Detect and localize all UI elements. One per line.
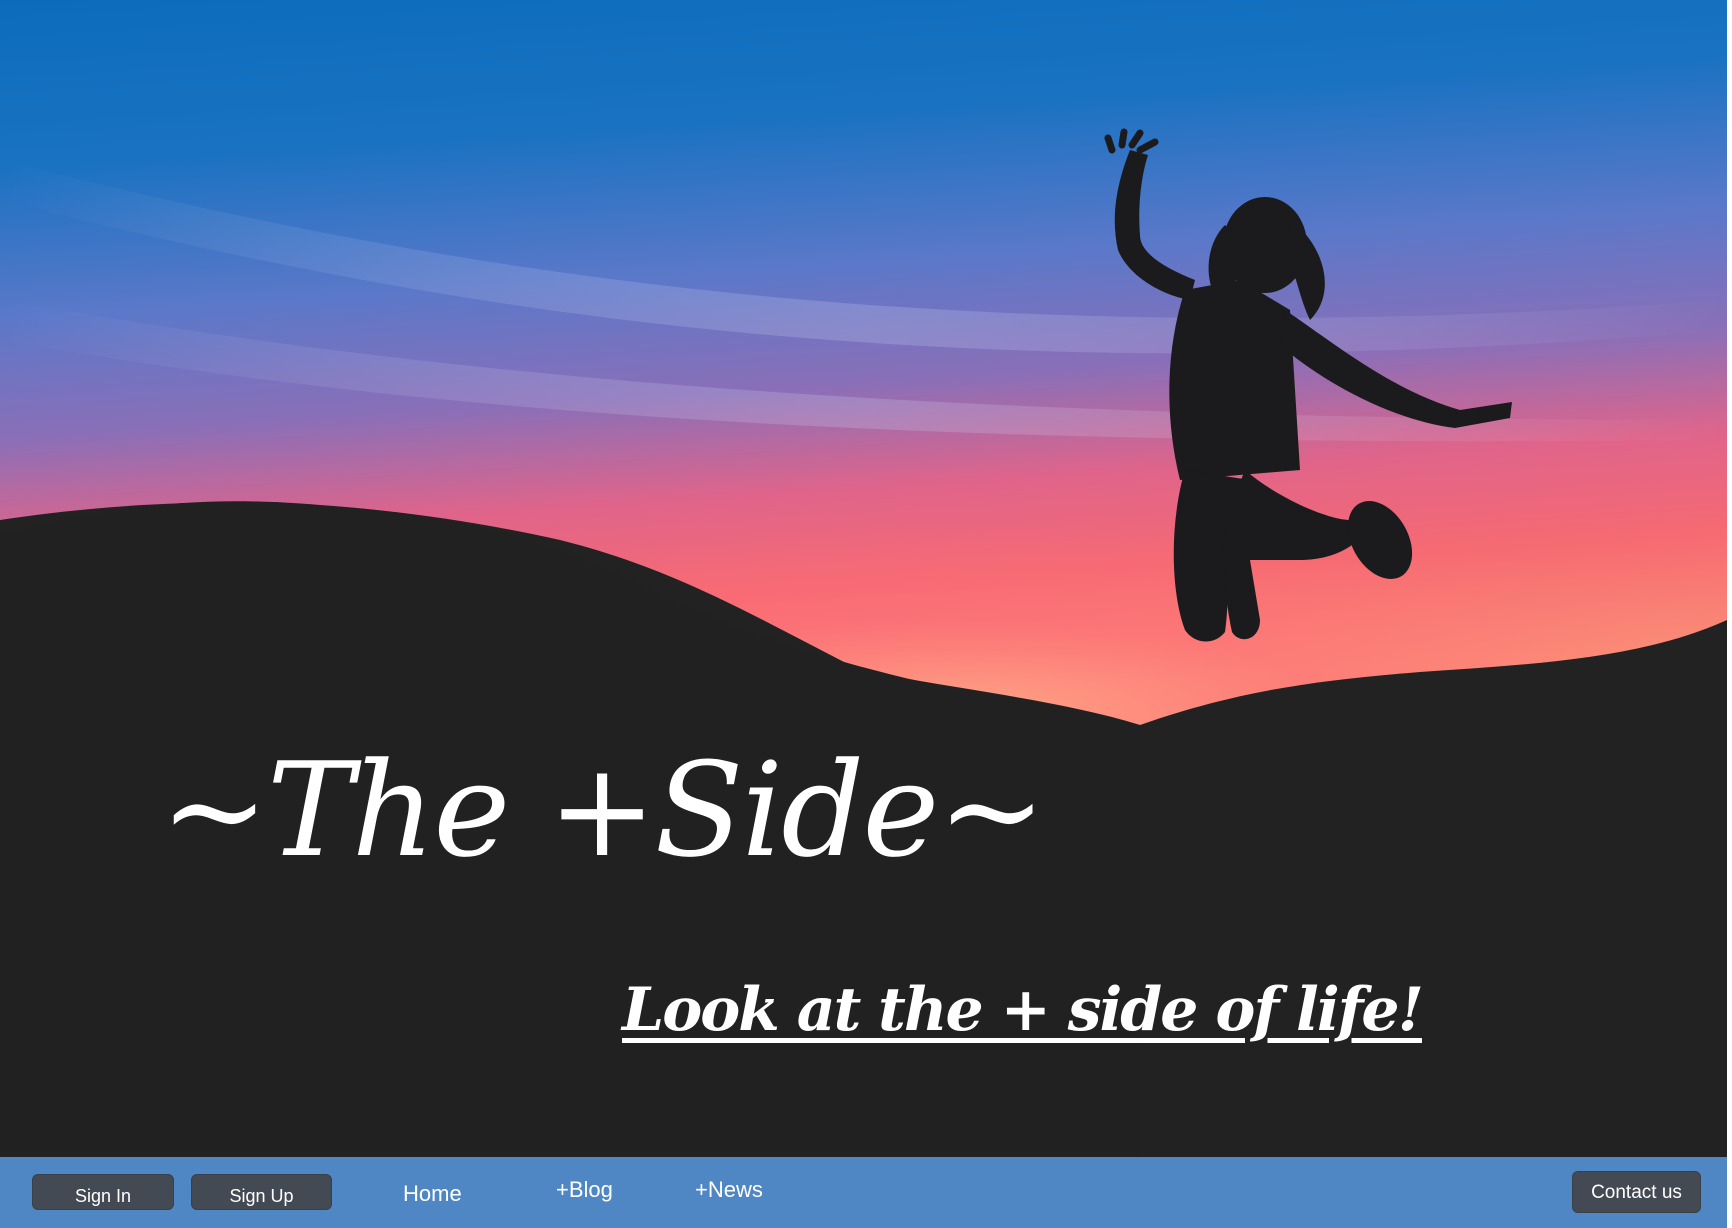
page-right-edge bbox=[1727, 0, 1732, 1228]
page: ~The +Side~ Look at the + side of life! … bbox=[0, 0, 1732, 1228]
nav-link-home[interactable]: Home bbox=[403, 1181, 462, 1207]
sign-up-button[interactable]: Sign Up bbox=[191, 1174, 332, 1210]
nav-link-blog[interactable]: +Blog bbox=[556, 1177, 613, 1203]
site-title: ~The +Side~ bbox=[160, 734, 1046, 886]
bottom-navbar: Sign In Sign Up Home +Blog +News Contact… bbox=[0, 1157, 1727, 1228]
hero-section: ~The +Side~ Look at the + side of life! bbox=[0, 0, 1727, 1157]
tagline: Look at the + side of life! bbox=[622, 975, 1424, 1045]
sign-in-button[interactable]: Sign In bbox=[32, 1174, 174, 1210]
contact-us-button[interactable]: Contact us bbox=[1572, 1171, 1701, 1213]
nav-link-news[interactable]: +News bbox=[695, 1177, 763, 1203]
